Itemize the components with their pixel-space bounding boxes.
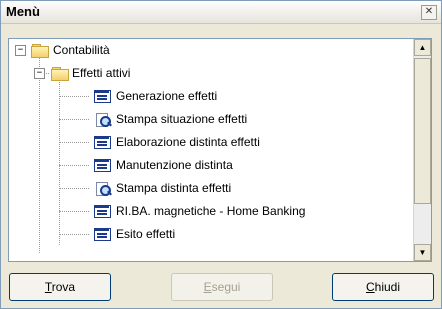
title-bar[interactable]: Menù ✕ [1,1,441,24]
run-button-accelerator: E [203,280,212,294]
find-button[interactable]: Trova [9,273,111,301]
folder-icon [31,44,49,58]
scroll-up-button[interactable]: ▲ [414,39,431,56]
tree-node-contabilita[interactable]: − Contabilità [9,39,309,61]
tree-item-stampa-situazione-effetti[interactable]: Stampa situazione effetti [9,108,409,130]
tree-item-elaborazione-distinta-effetti[interactable]: Elaborazione distinta effetti [9,131,409,153]
tree-item-label: Esito effetti [116,227,176,241]
scroll-down-button[interactable]: ▼ [414,244,431,261]
form-icon [94,228,111,241]
collapse-icon[interactable]: − [15,45,26,56]
vertical-scrollbar[interactable]: ▲ ▼ [413,39,431,261]
tree-item-generazione-effetti[interactable]: Generazione effetti [9,85,409,107]
tree-item-label: Stampa situazione effetti [116,112,248,126]
tree-item-label: Elaborazione distinta effetti [116,135,260,149]
window-title: Menù [6,4,40,19]
menu-tree: − Contabilità − Effetti attivi Generazio… [8,38,432,262]
tree-item-label: Manutenzione distinta [116,158,233,172]
collapse-icon[interactable]: − [34,68,45,79]
form-icon [94,205,111,218]
print-preview-icon [94,112,112,127]
scroll-thumb[interactable] [414,58,431,204]
tree-node-label: Contabilità [53,43,110,57]
tree-item-label: RI.BA. magnetiche - Home Banking [116,204,306,218]
tree-node-label: Effetti attivi [72,66,131,80]
tree-item-manutenzione-distinta[interactable]: Manutenzione distinta [9,154,409,176]
close-button-accelerator: C [365,280,375,294]
close-window-button[interactable]: ✕ [421,5,437,20]
tree-item-label: Generazione effetti [116,89,218,103]
form-icon [94,90,111,103]
run-button[interactable]: Esegui [171,273,273,301]
close-button[interactable]: Chiudi [332,273,434,301]
tree-item-esito-effetti[interactable]: Esito effetti [9,223,409,245]
find-button-label: rova [51,280,76,294]
tree-item-label: Stampa distinta effetti [116,181,232,195]
tree-item-riba-magnetiche[interactable]: RI.BA. magnetiche - Home Banking [9,200,409,222]
form-icon [94,136,111,149]
close-button-label: hiudi [374,280,401,294]
folder-icon [51,67,69,81]
menu-window: Menù ✕ − Contabilità − Effetti attivi Ge… [0,0,442,309]
print-preview-icon [94,181,112,196]
run-button-label: segui [211,280,241,294]
form-icon [94,159,111,172]
tree-item-stampa-distinta-effetti[interactable]: Stampa distinta effetti [9,177,409,199]
tree-node-effetti-attivi[interactable]: − Effetti attivi [9,62,309,84]
find-button-accelerator: T [44,280,52,294]
